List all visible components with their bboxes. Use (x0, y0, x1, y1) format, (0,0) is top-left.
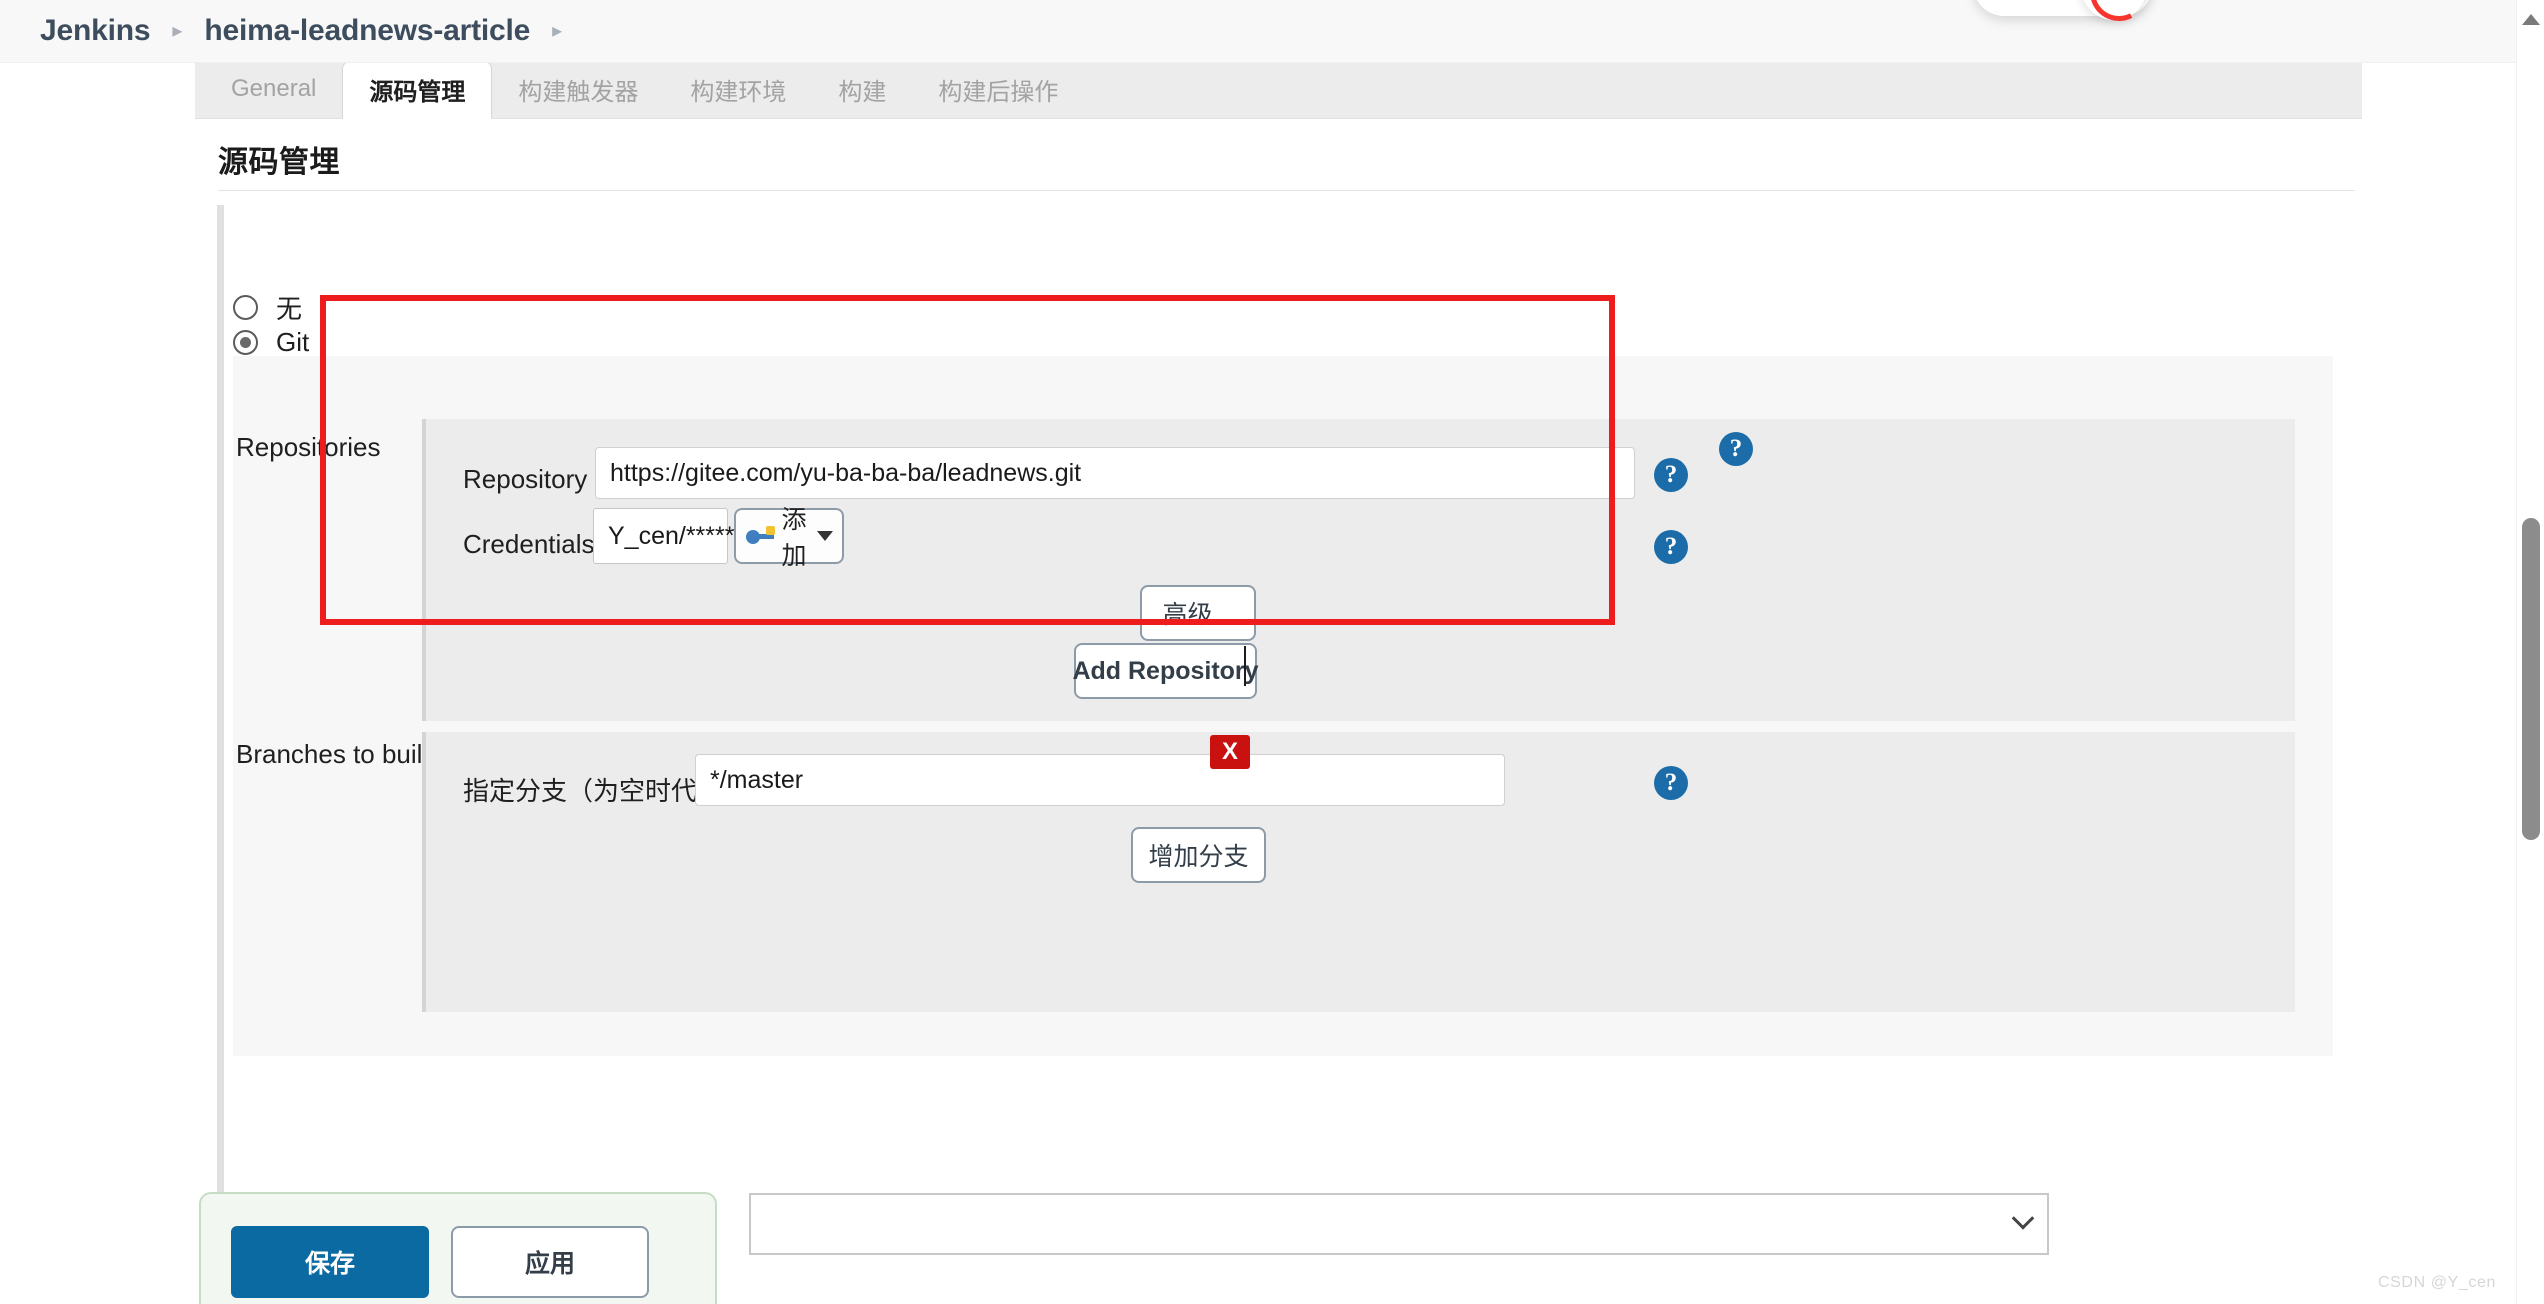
key-icon (745, 525, 776, 547)
caret-down-icon-add-credentials (816, 531, 833, 541)
tab-build[interactable]: 构建 (812, 62, 912, 118)
tab-post-build-actions[interactable]: 构建后操作 (912, 62, 1084, 118)
credentials-select[interactable]: Y_cen/****** (593, 508, 761, 564)
radio-label-none: 无 (276, 294, 303, 324)
repositories-label: Repositories (236, 432, 381, 462)
vertical-scrollbar[interactable] (2516, 0, 2544, 1304)
add-branch-button[interactable]: 增加分支 (1131, 827, 1266, 883)
save-action-bar: 保存 应用 (199, 1192, 717, 1304)
branch-spec-input[interactable]: */master (695, 754, 1505, 806)
save-button[interactable]: 保存 (231, 1226, 429, 1298)
help-icon-repositories-section[interactable]: ? (1719, 432, 1753, 466)
chevron-right-icon: ▸ (172, 20, 183, 42)
left-gutter (0, 63, 195, 1304)
help-icon-repository-url[interactable]: ? (1654, 458, 1688, 492)
delete-branch-button[interactable]: X (1210, 735, 1250, 769)
radio-option-git[interactable]: Git (233, 327, 309, 358)
scroll-up-arrow-icon[interactable] (2522, 14, 2540, 25)
radio-option-none[interactable]: 无 (233, 289, 302, 326)
add-credentials-button[interactable]: 添加 (734, 506, 844, 570)
breadcrumb: Jenkins ▸ heima-leadnews-article ▸ (0, 0, 2544, 63)
radio-icon-git[interactable] (233, 330, 258, 355)
add-repository-button[interactable]: Add Repository (1072, 643, 1259, 699)
tab-build-environment[interactable]: 构建环境 (664, 62, 812, 118)
tab-general[interactable]: General (205, 62, 342, 118)
tab-build-triggers[interactable]: 构建触发器 (492, 62, 664, 118)
scm-form: 源码管埋 无 Git Repositories Repository URL h… (195, 119, 2362, 1304)
scrollbar-thumb[interactable] (2522, 518, 2540, 840)
advanced-button[interactable]: 高级... (1140, 585, 1256, 641)
branches-to-build-label: Branches to build (236, 739, 437, 769)
breadcrumb-item-jenkins[interactable]: Jenkins (40, 14, 151, 48)
help-icon-branch-spec[interactable]: ? (1654, 766, 1688, 800)
radio-label-git: Git (276, 327, 310, 357)
screen-root: Jenkins ▸ heima-leadnews-article ▸ Gener… (0, 0, 2544, 1304)
config-tabs: General 源码管理 构建触发器 构建环境 构建 构建后操作 (195, 61, 2362, 119)
credentials-label: Credentials (463, 529, 595, 559)
chevron-down-icon-bottom (2011, 1207, 2035, 1230)
chevron-right-icon-2: ▸ (552, 20, 563, 42)
form-guide-bar (217, 205, 224, 825)
watermark: CSDN @Y_cen (2378, 1274, 2496, 1291)
breadcrumb-item-job[interactable]: heima-leadnews-article (204, 14, 530, 48)
page-title: 源码管埋 (218, 146, 340, 179)
repository-url-input[interactable]: https://gitee.com/yu-ba-ba-ba/leadnews.g… (595, 447, 1635, 499)
help-icon-credentials[interactable]: ? (1654, 530, 1688, 564)
apply-button[interactable]: 应用 (451, 1226, 649, 1298)
radio-icon-none[interactable] (233, 295, 258, 320)
tab-source-code-management[interactable]: 源码管理 (342, 61, 493, 119)
bottom-dropdown[interactable] (749, 1193, 2049, 1255)
text-cursor (1244, 646, 1246, 686)
credentials-select-value: Y_cen/****** (608, 521, 745, 550)
add-credentials-label: 添加 (781, 506, 807, 570)
section-divider (218, 190, 2355, 191)
